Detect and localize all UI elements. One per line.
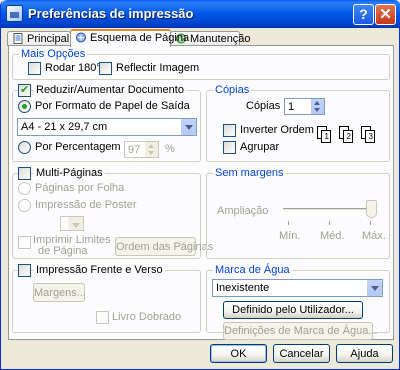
reflectir-label: Reflectir Imagem [116,62,200,74]
pages-count-select[interactable] [60,216,84,231]
paper-size-select[interactable]: A4 - 21 x 29,7 cm [17,118,197,136]
rodar-label: Rodar 180° [45,62,101,74]
definido-utilizador-button[interactable]: Definido pelo Utilizador... [223,301,363,319]
reflectir-checkbox[interactable] [99,62,112,75]
tab-label: Principal [27,33,70,45]
tab-principal[interactable]: Principal [7,31,71,46]
reduzir-group: Reduzir/Aumentar Documento Por Formato d… [12,83,201,162]
slider-tick [288,221,289,225]
help-button[interactable]: Ajuda [336,344,393,363]
sem-margens-group: Sem margens Ampliação Mín. Méd. Máx. [206,167,390,259]
mais-opcoes-legend: Mais Opções [19,48,88,60]
slider-max-label: Máx. [362,230,386,242]
copies-spinner[interactable]: 1 [284,98,325,115]
ordem-paginas-button[interactable]: Ordem das Páginas [115,237,213,256]
imprimir-limites-line2: de Página [38,245,88,257]
impressao-poster-radio[interactable] [18,199,31,212]
margens-button[interactable]: Margens... [33,283,86,302]
tab-esquema-pagina[interactable]: Esquema de Página [70,29,189,47]
title-bar[interactable]: Preferências de impressão ? ✕ [1,0,400,28]
agrupar-label: Agrupar [240,141,280,153]
por-percentagem-radio[interactable] [18,141,31,154]
frente-verso-group: Impressão Frente e Verso Margens... Livr… [12,264,201,333]
percent-value: 97 [128,144,141,156]
layout-icon [76,32,86,43]
percent-spinner[interactable]: 97 [124,141,159,158]
spinner-arrows-icon[interactable] [145,142,158,157]
collate-page-2-icon: 2 [339,126,356,146]
window-title: Preferências de impressão [28,6,194,21]
marca-agua-group: Marca de Água Inexistente Definido pelo … [206,264,390,340]
livro-dobrado-label: Livro Dobrado [112,311,182,323]
paginas-por-folha-label: Páginas por Folha [35,182,125,194]
por-percentagem-label: Por Percentagem [35,141,121,153]
frente-verso-label: Impressão Frente e Verso [34,264,165,276]
copies-value: 1 [288,101,295,113]
sem-margens-legend: Sem margens [213,167,286,179]
ampliacao-slider-thumb[interactable] [366,200,377,218]
slider-tick [370,221,371,225]
help-title-button[interactable]: ? [353,4,374,25]
agrupar-checkbox[interactable] [223,141,236,154]
paginas-por-folha-radio[interactable] [18,182,31,195]
close-button[interactable]: ✕ [375,4,396,25]
slider-tick [329,221,330,225]
tab-panel: Mais Opções Rodar 180° Reflectir Imagem … [8,45,394,340]
copias-label: Cópias [246,100,281,112]
chevron-down-icon[interactable] [366,280,382,296]
slider-mid-label: Méd. [320,230,345,242]
chevron-down-icon[interactable] [67,217,83,230]
reduzir-label: Reduzir/Aumentar Documento [34,84,186,96]
marca-agua-legend: Marca de Água [213,264,292,276]
tab-label: Esquema de Página [90,32,190,44]
imprimir-limites-checkbox[interactable] [18,236,31,249]
ampliacao-slider-track[interactable] [283,208,377,211]
watermark-value: Inexistente [216,282,270,294]
copias-legend: Cópias [213,84,252,96]
frente-verso-checkbox[interactable] [18,264,31,277]
mais-opcoes-group: Mais Opções Rodar 180° Reflectir Imagem [12,48,390,80]
ampliacao-label: Ampliação [217,205,269,217]
multi-paginas-label: Multi-Páginas [34,167,105,179]
percent-unit: % [165,143,175,155]
watermark-select[interactable]: Inexistente [212,279,383,297]
collate-page-1-icon: 1 [317,126,334,146]
rodar-checkbox[interactable] [28,62,41,75]
ok-button[interactable]: OK [210,344,267,363]
livro-dobrado-checkbox[interactable] [96,311,109,324]
reduzir-checkbox[interactable] [18,83,31,97]
paper-size-value: A4 - 21 x 29,7 cm [21,121,108,133]
multi-paginas-group: Multi-Páginas Páginas por Folha Impressã… [12,167,213,259]
por-formato-radio[interactable] [18,100,31,113]
tab-label: Manutenção [190,33,251,45]
collate-page-3-icon: 3 [361,126,378,146]
por-formato-label: Por Formato de Papel de Saída [35,100,190,112]
spinner-arrows-icon[interactable] [311,99,324,114]
printer-icon [6,5,23,22]
page-icon [13,33,23,44]
definicoes-marca-agua-button[interactable]: Definições de Marca de Água... [223,322,377,340]
cancel-button[interactable]: Cancelar [273,344,330,363]
multi-paginas-checkbox[interactable] [18,167,31,180]
dialog-window: Preferências de impressão ? ✕ Principal … [0,0,400,370]
inverter-label: Inverter Ordem [240,124,314,136]
slider-min-label: Mín. [279,230,301,242]
chevron-down-icon[interactable] [180,119,196,135]
inverter-checkbox[interactable] [223,124,236,137]
impressao-poster-label: Impressão de Poster [35,199,137,211]
imprimir-limites-label: Imprimir Limites de Página [33,235,111,257]
copias-group: Cópias Cópias 1 Inverter Ordem Agrupar 1… [206,84,390,162]
